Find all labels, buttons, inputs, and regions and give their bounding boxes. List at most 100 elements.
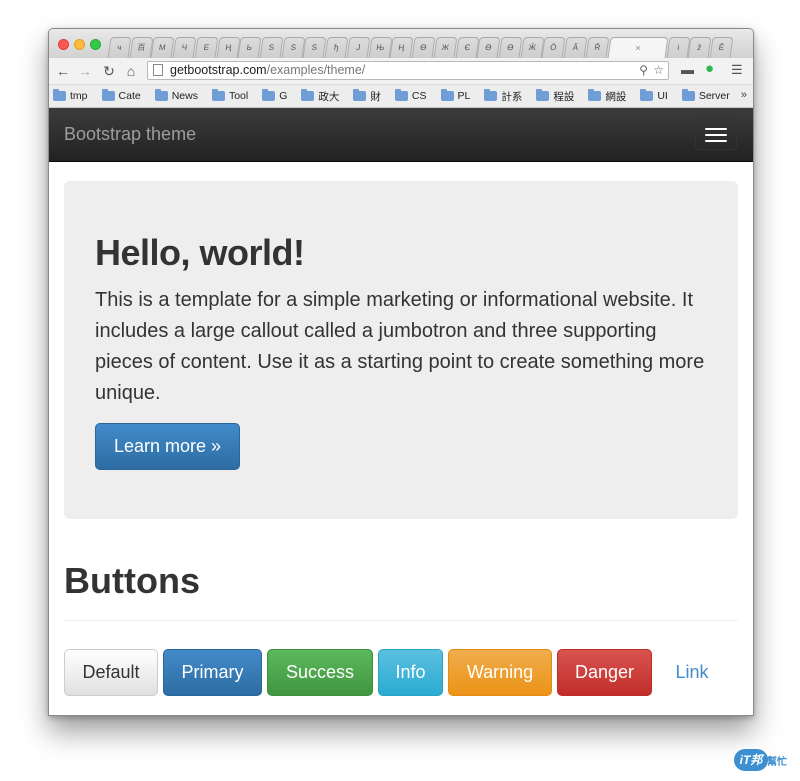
bookmark-folder[interactable]: tmp [53,89,88,102]
folder-icon [353,89,367,101]
bookmark-label: 程設 [553,90,575,103]
divider [64,620,738,621]
tab[interactable]: Е [194,37,219,58]
tab[interactable]: Ӑ [563,37,588,58]
folder-icon [53,89,66,101]
url-text: getbootstrap.com/examples/theme/ [170,62,365,79]
primary-button[interactable]: Primary [163,649,262,696]
bookmark-folder[interactable]: 程設 [536,89,574,104]
tab[interactable]: Ң [216,37,240,58]
tab[interactable]: Ř [585,37,610,58]
info-button[interactable]: Info [378,649,443,696]
menu-icon[interactable]: ☰ [731,62,743,78]
tab[interactable]: Ѕ [259,37,284,58]
maximize-window-button[interactable] [90,39,101,50]
tab[interactable]: Ж [433,37,457,58]
bookmark-label: G [279,90,288,102]
tab[interactable]: і [666,37,690,58]
close-window-button[interactable] [58,39,69,50]
page-viewport: Bootstrap theme Hello, world! This is a … [49,108,753,715]
tab[interactable]: Ӧ [541,37,566,58]
bookmark-label: Tool [228,90,249,102]
address-bar[interactable]: getbootstrap.com/examples/theme/ ⚲ ☆ [147,61,669,80]
title-bar: ч 百 М Ч Е Ң Ь Ѕ Ѕ Ѕ ђ Ј Њ Ӊ Ө Ж Є Ө Ө Ӝ … [49,29,753,58]
menu-bar [705,134,727,136]
bookmark-folder[interactable]: Cate [101,89,141,102]
folder-icon [440,89,454,101]
home-icon[interactable]: ⌂ [123,62,139,80]
folder-icon [262,89,276,101]
folder-icon [681,89,695,101]
evernote-icon[interactable]: ● [705,60,714,77]
bookmark-folder[interactable]: Tool [211,89,249,102]
url-host: getbootstrap.com [170,63,267,77]
tab[interactable]: Ө [411,37,436,58]
minimize-window-button[interactable] [74,39,85,50]
bookmark-label: News [171,90,198,102]
jumbotron: Hello, world! This is a template for a s… [64,181,738,519]
folder-icon [301,89,315,101]
navbar-brand[interactable]: Bootstrap theme [64,124,196,145]
navbar-toggle-menu-icon[interactable] [695,118,737,150]
tab[interactable]: Ѕ [302,37,327,58]
tab[interactable]: Ө [498,37,523,58]
bookmark-folder[interactable]: G [262,89,288,102]
bookmark-label: UI [657,90,668,102]
tab[interactable]: ч [107,37,132,58]
bookmark-folder[interactable]: Server [681,89,730,102]
success-button[interactable]: Success [267,649,373,696]
default-button[interactable]: Default [64,649,158,696]
tab[interactable]: ž [687,37,712,58]
watermark-text: 幫忙 [767,757,787,768]
tab[interactable]: Ӗ [709,37,734,58]
bookmark-label: Cate [118,90,141,102]
folder-icon [211,89,225,101]
bookmark-label: 網設 [605,90,627,103]
tab[interactable]: Њ [368,37,392,58]
tab[interactable]: Ӝ [520,37,544,58]
bookmark-star-icon[interactable]: ☆ [653,62,664,79]
watermark-badge: iT邦 [734,749,768,771]
browser-toolbar: ← → ↻ ⌂ getbootstrap.com/examples/theme/… [49,58,753,85]
back-arrow-icon[interactable]: ← [55,62,71,80]
reload-icon[interactable]: ↻ [101,62,117,80]
tab[interactable]: Ј [346,37,371,58]
tab[interactable]: Ѕ [281,37,305,58]
bookmark-folder[interactable]: 政大 [301,89,339,104]
bookmark-folder[interactable]: 計系 [484,89,522,104]
bookmark-folder[interactable]: News [154,89,198,102]
forward-arrow-icon[interactable]: → [77,62,93,80]
bookmark-folder[interactable]: PL [440,89,470,102]
menu-bar [705,140,727,142]
bookmark-folder[interactable]: UI [640,89,668,102]
danger-button[interactable]: Danger [557,649,652,696]
folder-icon [101,89,115,101]
buttons-section-title: Buttons [64,560,200,601]
tab[interactable]: Ч [172,37,197,58]
tab[interactable]: Ь [237,37,262,58]
zoom-icon[interactable]: ⚲ [639,62,648,79]
tab[interactable]: М [150,37,175,58]
tab[interactable]: ђ [324,37,349,58]
tab[interactable]: 百 [129,37,153,58]
active-tab[interactable]: × [607,37,669,58]
bookmark-label: 計系 [501,90,523,103]
link-button[interactable]: Link [657,649,727,696]
close-tab-icon[interactable]: × [634,43,641,53]
bookmarks-overflow-chevron-icon[interactable]: » [741,89,747,101]
warning-button[interactable]: Warning [448,649,552,696]
bookmark-folder[interactable]: 財 [353,89,381,104]
bookmark-label: 財 [370,90,381,103]
tab[interactable]: Є [455,37,479,58]
extension-icon[interactable]: ▬ [681,62,694,77]
tab[interactable]: Ө [476,37,501,58]
watermark-logo: iT邦 幫忙 [734,745,794,775]
folder-icon [154,89,168,101]
tab[interactable]: Ӊ [389,37,414,58]
folder-icon [640,89,654,101]
folder-icon [536,89,550,101]
learn-more-button[interactable]: Learn more » [95,423,240,470]
bookmark-folder[interactable]: 網設 [588,89,626,104]
bookmark-folder[interactable]: CS [394,89,427,102]
menu-bar [705,128,727,130]
